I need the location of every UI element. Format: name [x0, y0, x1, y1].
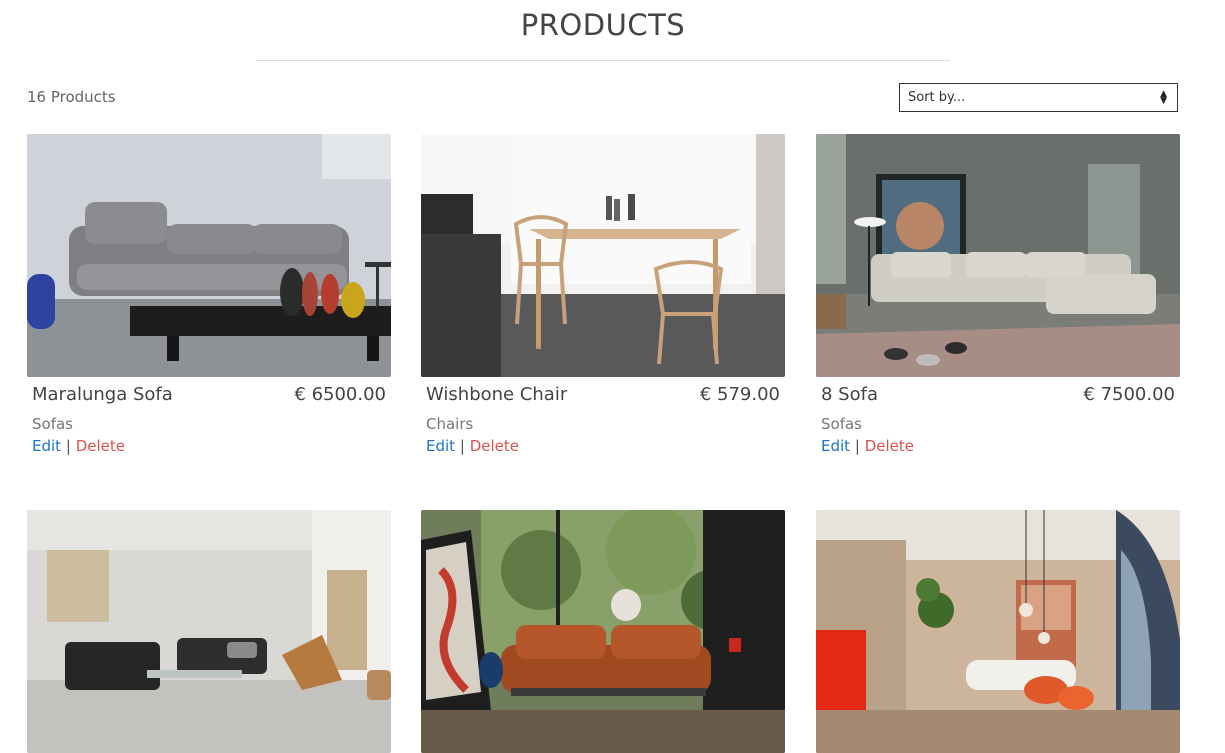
product-name[interactable]: Maralunga Sofa: [32, 384, 173, 405]
sort-select[interactable]: Sort by... ▲ ▼: [899, 83, 1178, 112]
action-separator: |: [459, 437, 465, 455]
product-image[interactable]: [816, 510, 1180, 753]
product-name[interactable]: Wishbone Chair: [426, 384, 567, 405]
product-card: Wishbone Chair € 579.00 Chairs Edit | De…: [421, 134, 785, 455]
action-separator: |: [65, 437, 71, 455]
product-image[interactable]: [421, 134, 785, 377]
product-card: [816, 510, 1180, 753]
sort-arrows-icon: ▲ ▼: [1160, 89, 1167, 106]
product-price: € 7500.00: [1083, 384, 1175, 405]
delete-link[interactable]: Delete: [865, 437, 914, 455]
sort-select-value: Sort by...: [908, 90, 966, 105]
action-separator: |: [854, 437, 860, 455]
product-card: 8 Sofa € 7500.00 Sofas Edit | Delete: [816, 134, 1180, 455]
edit-link[interactable]: Edit: [426, 437, 455, 455]
product-image[interactable]: [27, 134, 391, 377]
product-count: 16 Products: [27, 88, 116, 106]
edit-link[interactable]: Edit: [32, 437, 61, 455]
delete-link[interactable]: Delete: [470, 437, 519, 455]
page-title: PRODUCTS: [520, 8, 686, 42]
product-card: [27, 510, 391, 753]
product-category: Chairs: [426, 415, 474, 433]
product-image[interactable]: [27, 510, 391, 753]
product-actions: Edit | Delete: [426, 437, 785, 455]
edit-link[interactable]: Edit: [821, 437, 850, 455]
product-price: € 579.00: [699, 384, 780, 405]
product-category: Sofas: [821, 415, 862, 433]
product-price: € 6500.00: [294, 384, 386, 405]
product-image[interactable]: [421, 510, 785, 753]
product-image[interactable]: [816, 134, 1180, 377]
product-actions: Edit | Delete: [821, 437, 1180, 455]
product-name[interactable]: 8 Sofa: [821, 384, 878, 405]
product-category: Sofas: [32, 415, 73, 433]
title-divider: [256, 60, 950, 61]
product-card: Maralunga Sofa € 6500.00 Sofas Edit | De…: [27, 134, 391, 455]
product-actions: Edit | Delete: [32, 437, 391, 455]
delete-link[interactable]: Delete: [76, 437, 125, 455]
product-card: [421, 510, 785, 753]
